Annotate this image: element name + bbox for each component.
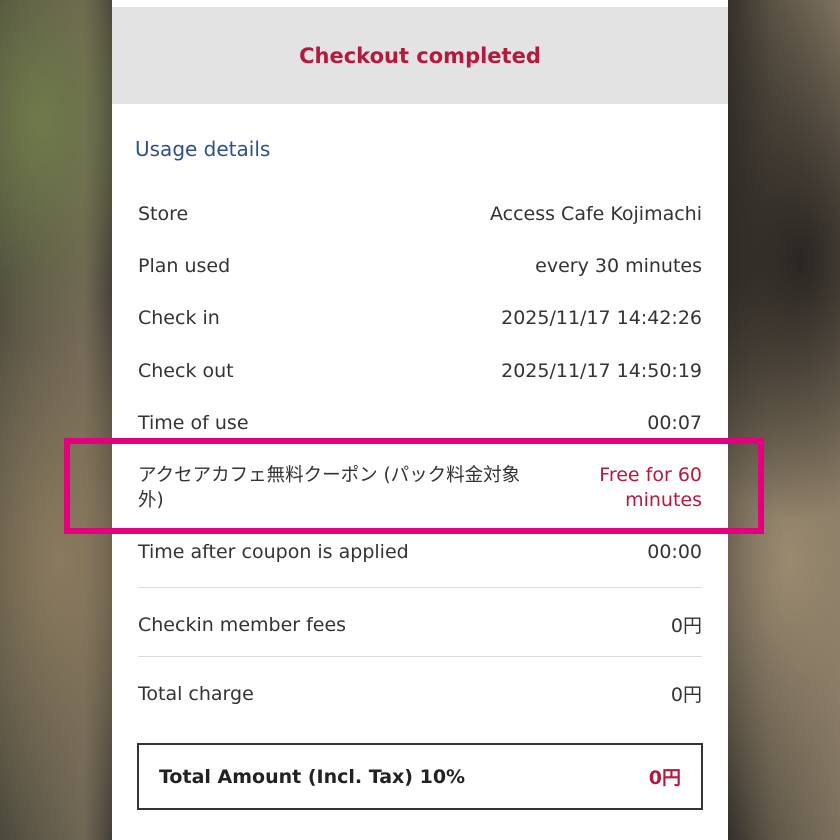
detail-value: 00:07 — [647, 412, 702, 434]
divider — [138, 587, 702, 588]
total-amount-label: Total Amount (Incl. Tax) 10% — [159, 765, 466, 788]
total-amount-value: 0円 — [648, 767, 681, 789]
detail-label: Plan used — [138, 255, 231, 277]
coupon-highlight-frame — [64, 438, 764, 534]
checkout-header: Checkout completed — [112, 7, 728, 104]
member-fees-label: Checkin member fees — [138, 613, 347, 636]
usage-details-heading: Usage details — [135, 137, 271, 161]
detail-value: Access Cafe Kojimachi — [489, 203, 702, 225]
detail-value: 2025/11/17 14:42:26 — [501, 307, 702, 329]
total-amount-box: Total Amount (Incl. Tax) 10% 0円 — [137, 743, 703, 810]
total-charge-row: Total charge 0円 — [138, 680, 702, 707]
detail-label: Check in — [138, 307, 220, 329]
detail-row-check-in: Check in 2025/11/17 14:42:26 — [138, 307, 702, 329]
detail-value: every 30 minutes — [535, 255, 702, 277]
detail-label: Time of use — [138, 412, 249, 434]
detail-value: 2025/11/17 14:50:19 — [501, 360, 702, 382]
detail-row-plan: Plan used every 30 minutes — [138, 255, 702, 277]
detail-label: Store — [138, 203, 189, 225]
member-fees-value: 0円 — [670, 615, 702, 637]
detail-row-time-of-use: Time of use 00:07 — [138, 412, 702, 434]
page-title: Checkout completed — [299, 43, 541, 68]
detail-label: Check out — [138, 360, 234, 382]
divider — [138, 656, 702, 657]
detail-row-check-out: Check out 2025/11/17 14:50:19 — [138, 360, 702, 382]
after-coupon-value: 00:00 — [647, 541, 702, 563]
after-coupon-label: Time after coupon is applied — [138, 541, 409, 563]
member-fees-row: Checkin member fees 0円 — [138, 611, 702, 638]
total-charge-value: 0円 — [670, 684, 702, 706]
detail-row-store: Store Access Cafe Kojimachi — [138, 203, 702, 225]
total-charge-label: Total charge — [138, 682, 254, 705]
after-coupon-row: Time after coupon is applied 00:00 — [138, 541, 702, 563]
